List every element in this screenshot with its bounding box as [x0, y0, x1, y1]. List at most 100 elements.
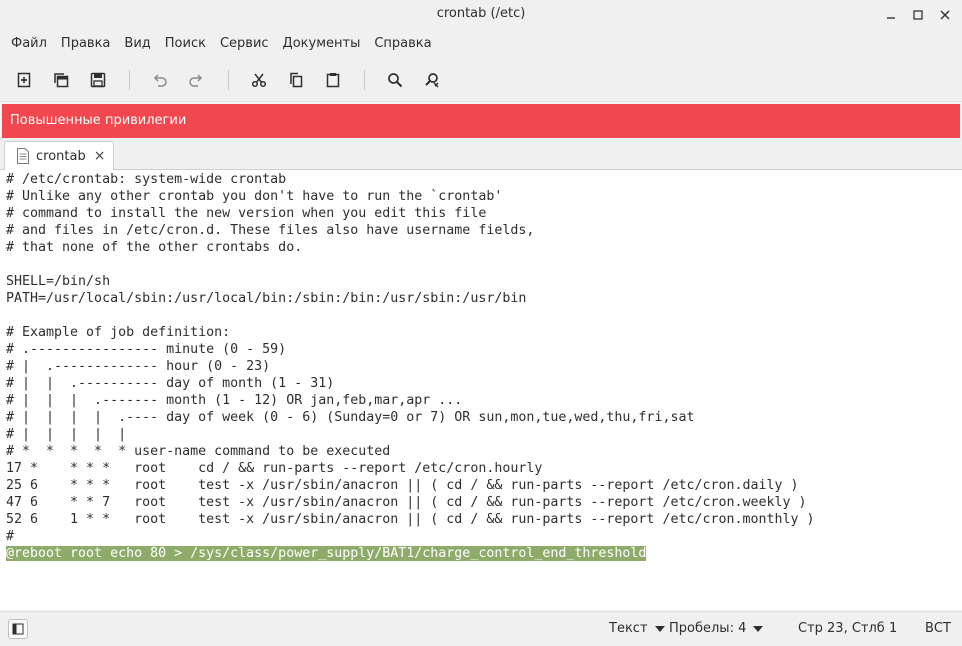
code-line-text: # /etc/crontab: system-wide crontab — [6, 172, 287, 187]
open-icon — [54, 73, 69, 88]
code-line-text: # | .------------- hour (0 - 23) — [6, 359, 271, 374]
code-line-text: # command to install the new version whe… — [6, 206, 487, 221]
paste-icon — [326, 73, 340, 88]
code-line-text: # | | .---------- day of month (1 - 31) — [6, 376, 335, 391]
document-icon — [16, 148, 30, 164]
code-line-text: # * * * * * user-name command to be exec… — [6, 444, 391, 459]
code-line-text: # Example of job definition: — [6, 325, 231, 340]
copy-icon — [290, 72, 303, 88]
chevron-down-icon — [654, 626, 665, 632]
code-line[interactable]: # Unlike any other crontab you don't hav… — [6, 188, 815, 205]
code-line[interactable]: # | | | | | — [6, 426, 815, 443]
code-line[interactable]: # | | .---------- day of month (1 - 31) — [6, 375, 815, 392]
code-line-text: 52 6 1 * * root test -x /usr/sbin/anacro… — [6, 512, 815, 527]
tab-strip: crontab × — [0, 138, 962, 170]
code-line[interactable]: # command to install the new version whe… — [6, 205, 815, 222]
code-line[interactable] — [6, 307, 815, 324]
toolbar-separator — [228, 70, 229, 90]
minimize-icon — [887, 17, 895, 19]
maximize-button[interactable] — [907, 4, 929, 26]
code-line-text: # | | | | .---- day of week (0 - 6) (Sun… — [6, 410, 695, 425]
code-line-text: # and files in /etc/cron.d. These files … — [6, 223, 535, 238]
code-line[interactable]: # .---------------- minute (0 - 59) — [6, 341, 815, 358]
code-line[interactable]: # Example of job definition: — [6, 324, 815, 341]
paste-button[interactable] — [321, 68, 345, 92]
status-bar: Текст Пробелы: 4 Стр 23, Стлб 1 ВСТ — [0, 611, 962, 646]
syntax-mode-dropdown[interactable]: Текст — [609, 612, 665, 646]
code-line-text: 47 6 * * 7 root test -x /usr/sbin/anacro… — [6, 495, 807, 510]
close-icon — [940, 10, 950, 20]
code-line[interactable]: # and files in /etc/cron.d. These files … — [6, 222, 815, 239]
code-view[interactable]: # /etc/crontab: system-wide crontab # Unl… — [6, 171, 815, 562]
code-line[interactable]: 25 6 * * * root test -x /usr/sbin/anacro… — [6, 477, 815, 494]
menu-file[interactable]: Файл — [4, 30, 54, 58]
code-line-text: # .---------------- minute (0 - 59) — [6, 342, 287, 357]
menu-bar: Файл Правка Вид Поиск Сервис Документы С… — [0, 30, 962, 58]
menu-tools[interactable]: Сервис — [213, 30, 276, 58]
code-line[interactable]: SHELL=/bin/sh — [6, 273, 815, 290]
chevron-down-icon — [753, 626, 764, 632]
syntax-mode-label: Текст — [609, 621, 648, 636]
find-button[interactable] — [383, 68, 407, 92]
code-line[interactable]: # | .------------- hour (0 - 23) — [6, 358, 815, 375]
minimize-button[interactable] — [880, 4, 902, 26]
title-bar[interactable]: crontab (/etc) — [0, 0, 962, 30]
gedit-window: crontab (/etc) Файл Правка Вид Поиск Сер… — [0, 0, 962, 646]
code-line-text: PATH=/usr/local/sbin:/usr/local/bin:/sbi… — [6, 291, 527, 306]
tab-crontab[interactable]: crontab × — [4, 141, 114, 170]
side-panel-icon — [12, 623, 24, 635]
code-line[interactable]: # that none of the other crontabs do. — [6, 239, 815, 256]
search-icon — [388, 73, 403, 88]
search-replace-icon — [425, 73, 439, 88]
new-document-icon — [17, 72, 31, 88]
code-line-text: 17 * * * * root cd / && run-parts --repo… — [6, 461, 543, 476]
code-line-text: # | | | | | — [6, 427, 127, 442]
copy-button[interactable] — [284, 68, 308, 92]
maximize-icon — [913, 10, 923, 20]
menu-documents[interactable]: Документы — [276, 30, 368, 58]
insert-mode[interactable]: ВСТ — [925, 612, 951, 646]
code-line-text: # Unlike any other crontab you don't hav… — [6, 189, 503, 204]
code-line-text: # that none of the other crontabs do. — [6, 240, 303, 255]
code-line-text: @reboot root echo 80 > /sys/class/power_… — [6, 546, 647, 561]
toolbar-separator — [364, 70, 365, 90]
tab-close-icon[interactable]: × — [94, 149, 106, 163]
indent-dropdown[interactable]: Пробелы: 4 — [669, 612, 764, 646]
code-line[interactable]: PATH=/usr/local/sbin:/usr/local/bin:/sbi… — [6, 290, 815, 307]
save-icon — [90, 72, 106, 88]
redo-button[interactable] — [184, 68, 208, 92]
toolbar — [0, 58, 962, 102]
elevated-privileges-banner: Повышенные привилегии — [2, 104, 960, 138]
undo-button[interactable] — [148, 68, 172, 92]
menu-search[interactable]: Поиск — [158, 30, 213, 58]
indent-label: Пробелы: 4 — [669, 621, 747, 636]
code-line[interactable]: @reboot root echo 80 > /sys/class/power_… — [6, 545, 815, 562]
cut-icon — [251, 73, 267, 88]
code-line[interactable]: # * * * * * user-name command to be exec… — [6, 443, 815, 460]
menu-help[interactable]: Справка — [367, 30, 438, 58]
code-line[interactable]: 52 6 1 * * root test -x /usr/sbin/anacro… — [6, 511, 815, 528]
menu-view[interactable]: Вид — [117, 30, 157, 58]
code-line[interactable]: # — [6, 528, 815, 545]
cut-button[interactable] — [247, 68, 271, 92]
code-line[interactable]: # /etc/crontab: system-wide crontab — [6, 171, 815, 188]
text-editor[interactable]: # /etc/crontab: system-wide crontab # Unl… — [0, 170, 962, 610]
code-line-text: SHELL=/bin/sh — [6, 274, 111, 289]
toolbar-separator — [129, 70, 130, 90]
side-panel-toggle-button[interactable] — [8, 619, 28, 639]
menu-edit[interactable]: Правка — [54, 30, 117, 58]
close-button[interactable] — [934, 4, 956, 26]
code-line[interactable]: # | | | .------- month (1 - 12) OR jan,f… — [6, 392, 815, 409]
code-line[interactable] — [6, 256, 815, 273]
tab-label: crontab — [36, 148, 86, 164]
code-line-text: 25 6 * * * root test -x /usr/sbin/anacro… — [6, 478, 799, 493]
open-button[interactable] — [49, 68, 73, 92]
code-line[interactable]: # | | | | .---- day of week (0 - 6) (Sun… — [6, 409, 815, 426]
save-button[interactable] — [86, 68, 110, 92]
window-title: crontab (/etc) — [436, 6, 526, 21]
code-line[interactable]: 17 * * * * root cd / && run-parts --repo… — [6, 460, 815, 477]
new-document-button[interactable] — [12, 68, 36, 92]
code-line[interactable]: 47 6 * * 7 root test -x /usr/sbin/anacro… — [6, 494, 815, 511]
undo-icon — [153, 74, 167, 87]
find-replace-button[interactable] — [420, 68, 444, 92]
